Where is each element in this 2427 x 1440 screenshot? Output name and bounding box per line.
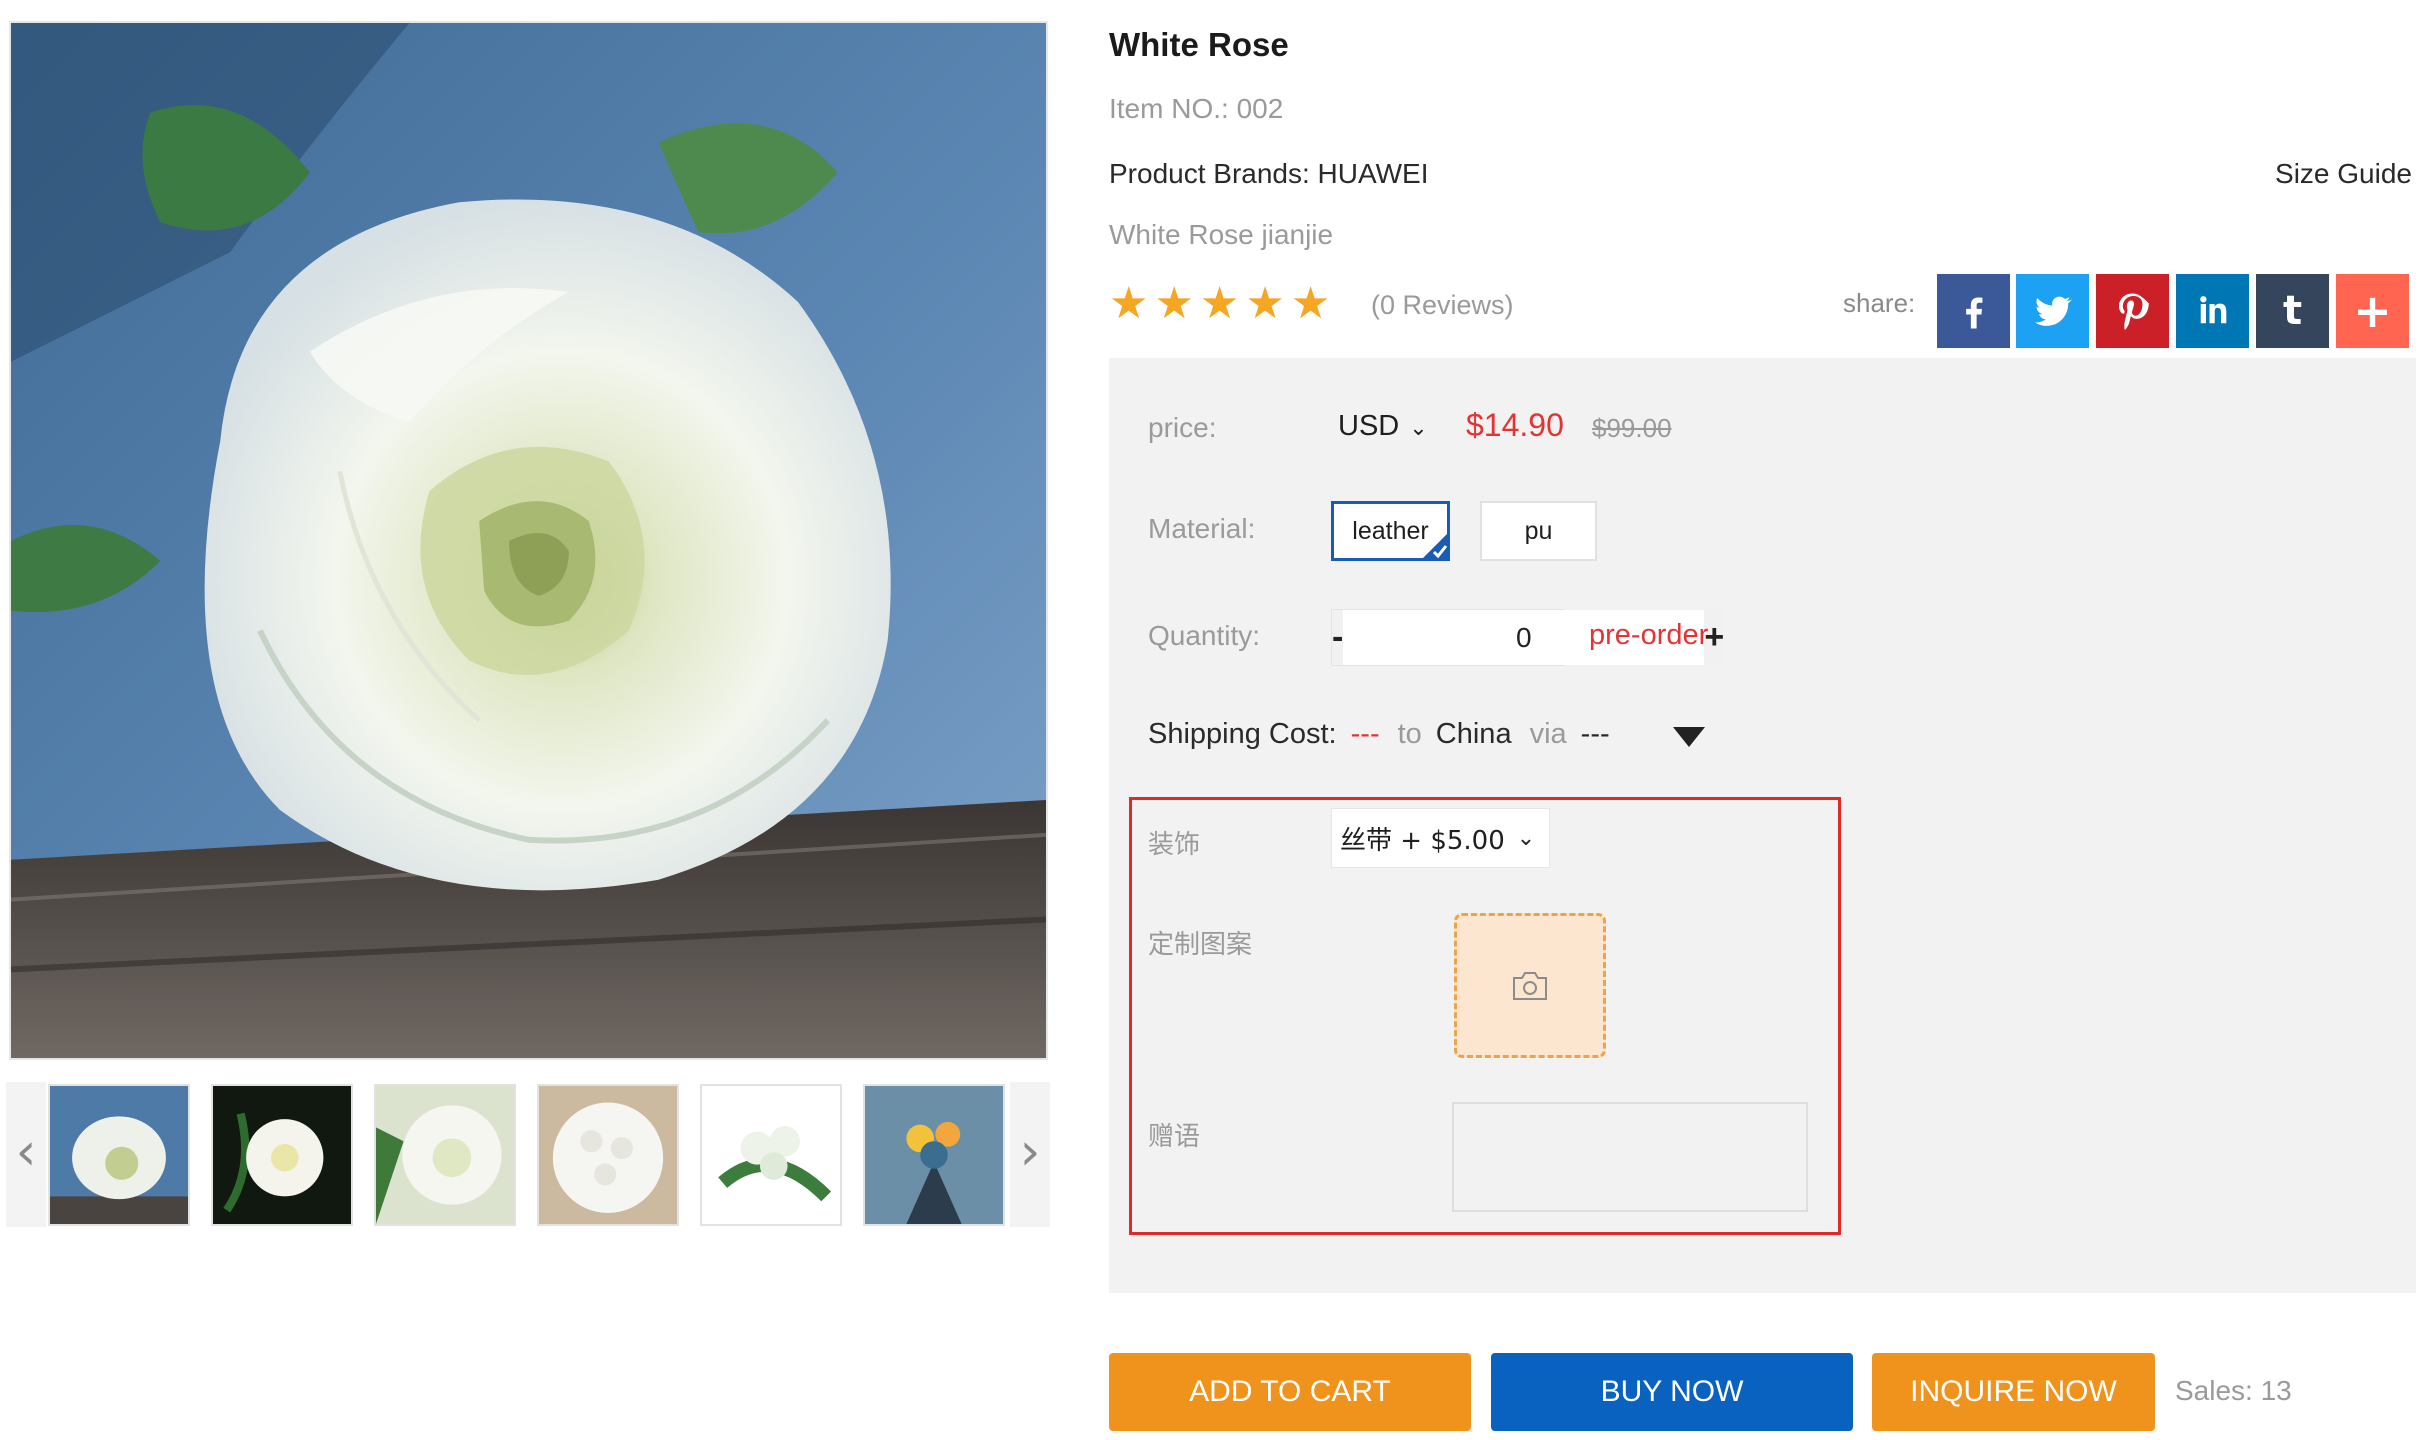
price-label: price: bbox=[1148, 412, 1217, 443]
tumblr-share-button[interactable]: t bbox=[2256, 274, 2329, 348]
message-label: 赠语 bbox=[1148, 1122, 1201, 1152]
facebook-icon bbox=[1965, 297, 1982, 329]
more-share-button[interactable]: + bbox=[2336, 274, 2409, 348]
material-option-label: leather bbox=[1352, 516, 1429, 545]
material-option-label: pu bbox=[1524, 516, 1553, 545]
check-icon bbox=[1421, 532, 1449, 560]
thumbnail-1[interactable] bbox=[48, 1084, 190, 1226]
white-flowers-arrangement-thumb bbox=[702, 1086, 840, 1224]
add-to-cart-button[interactable]: ADD TO CART bbox=[1109, 1353, 1471, 1431]
currency-value: USD bbox=[1338, 410, 1400, 442]
thumbnail-prev-arrow[interactable]: ‹ bbox=[6, 1082, 46, 1227]
thumbnail-2[interactable] bbox=[211, 1084, 353, 1226]
product-subtitle: White Rose jianjie bbox=[1109, 219, 1334, 250]
chevron-down-icon: ⌄ bbox=[1409, 415, 1428, 440]
current-price: $14.90 bbox=[1466, 407, 1564, 443]
star-icon: ★ bbox=[1109, 278, 1149, 329]
star-icon: ★ bbox=[1245, 278, 1285, 329]
quantity-label: Quantity: bbox=[1148, 620, 1261, 651]
shipping-method[interactable]: --- bbox=[1581, 718, 1610, 751]
white-rose-bloom-thumb bbox=[376, 1086, 514, 1224]
shipping-cost-row: Shipping Cost: --- to China via --- bbox=[1148, 718, 1628, 751]
thumbnail-strip: ‹ › bbox=[6, 1082, 1050, 1227]
share-label: share: bbox=[1843, 288, 1916, 318]
linkedin-share-button[interactable] bbox=[2176, 274, 2249, 348]
twitter-icon bbox=[2034, 296, 2072, 326]
mixed-bouquet-thumb bbox=[865, 1086, 1003, 1224]
star-icon: ★ bbox=[1199, 278, 1240, 329]
facebook-share-button[interactable] bbox=[1937, 274, 2010, 348]
shipping-to-text: to bbox=[1397, 718, 1422, 750]
size-guide-link[interactable]: Size Guide bbox=[2275, 158, 2412, 190]
buy-now-button[interactable]: BUY NOW bbox=[1491, 1353, 1853, 1431]
item-number: Item NO.: 002 bbox=[1109, 93, 1284, 124]
image-upload-button[interactable] bbox=[1454, 913, 1606, 1058]
message-textarea[interactable] bbox=[1452, 1102, 1808, 1212]
white-rose-image bbox=[11, 23, 1046, 1058]
inquire-now-button[interactable]: INQUIRE NOW bbox=[1872, 1353, 2155, 1431]
white-rose-closeup-thumb bbox=[50, 1086, 188, 1224]
material-option-leather[interactable]: leather bbox=[1331, 501, 1450, 561]
rating-stars: ★ ★ ★ ★ ★ bbox=[1109, 280, 1336, 328]
linkedin-icon bbox=[2199, 296, 2226, 324]
product-brand: Product Brands: HUAWEI bbox=[1109, 158, 1429, 189]
custom-pattern-label: 定制图案 bbox=[1148, 930, 1253, 960]
shipping-dropdown-caret-icon[interactable] bbox=[1673, 727, 1705, 747]
thumbnail-5[interactable] bbox=[700, 1084, 842, 1226]
product-title: White Rose bbox=[1109, 26, 1289, 63]
quantity-stepper: - + bbox=[1331, 609, 1725, 666]
white-roses-bouquet-thumb bbox=[539, 1086, 677, 1224]
shipping-country[interactable]: China bbox=[1436, 718, 1512, 751]
twitter-share-button[interactable] bbox=[2016, 274, 2089, 348]
material-label: Material: bbox=[1148, 513, 1256, 544]
star-icon: ★ bbox=[1290, 278, 1331, 329]
decoration-label: 装饰 bbox=[1148, 830, 1201, 860]
white-rose-dark-thumb bbox=[213, 1086, 351, 1224]
main-product-image[interactable] bbox=[9, 21, 1048, 1060]
currency-select[interactable]: USD ⌄ bbox=[1338, 410, 1428, 443]
original-price: $99.00 bbox=[1592, 413, 1672, 443]
shipping-via-text: via bbox=[1529, 718, 1567, 750]
decoration-select[interactable]: 丝带 + $5.00 ⌄ bbox=[1331, 808, 1550, 868]
pinterest-share-button[interactable] bbox=[2096, 274, 2169, 348]
sales-count: Sales: 13 bbox=[2175, 1375, 2292, 1406]
reviews-link[interactable]: (0 Reviews) bbox=[1371, 290, 1514, 321]
thumbnail-next-arrow[interactable]: › bbox=[1010, 1082, 1050, 1227]
pinterest-icon bbox=[2118, 293, 2149, 330]
camera-icon bbox=[1513, 971, 1547, 1000]
star-icon: ★ bbox=[1154, 278, 1194, 329]
shipping-cost-label: Shipping Cost: bbox=[1148, 718, 1337, 750]
shipping-cost-value: --- bbox=[1350, 718, 1380, 750]
thumbnail-6[interactable] bbox=[863, 1084, 1005, 1226]
pre-order-label: pre-order bbox=[1589, 619, 1709, 651]
thumbnail-4[interactable] bbox=[537, 1084, 679, 1226]
decoration-value: 丝带 + $5.00 bbox=[1340, 825, 1505, 856]
quantity-decrease-button[interactable]: - bbox=[1332, 610, 1344, 665]
thumbnail-3[interactable] bbox=[374, 1084, 516, 1226]
material-option-pu[interactable]: pu bbox=[1480, 501, 1597, 561]
chevron-down-icon: ⌄ bbox=[1516, 825, 1536, 851]
